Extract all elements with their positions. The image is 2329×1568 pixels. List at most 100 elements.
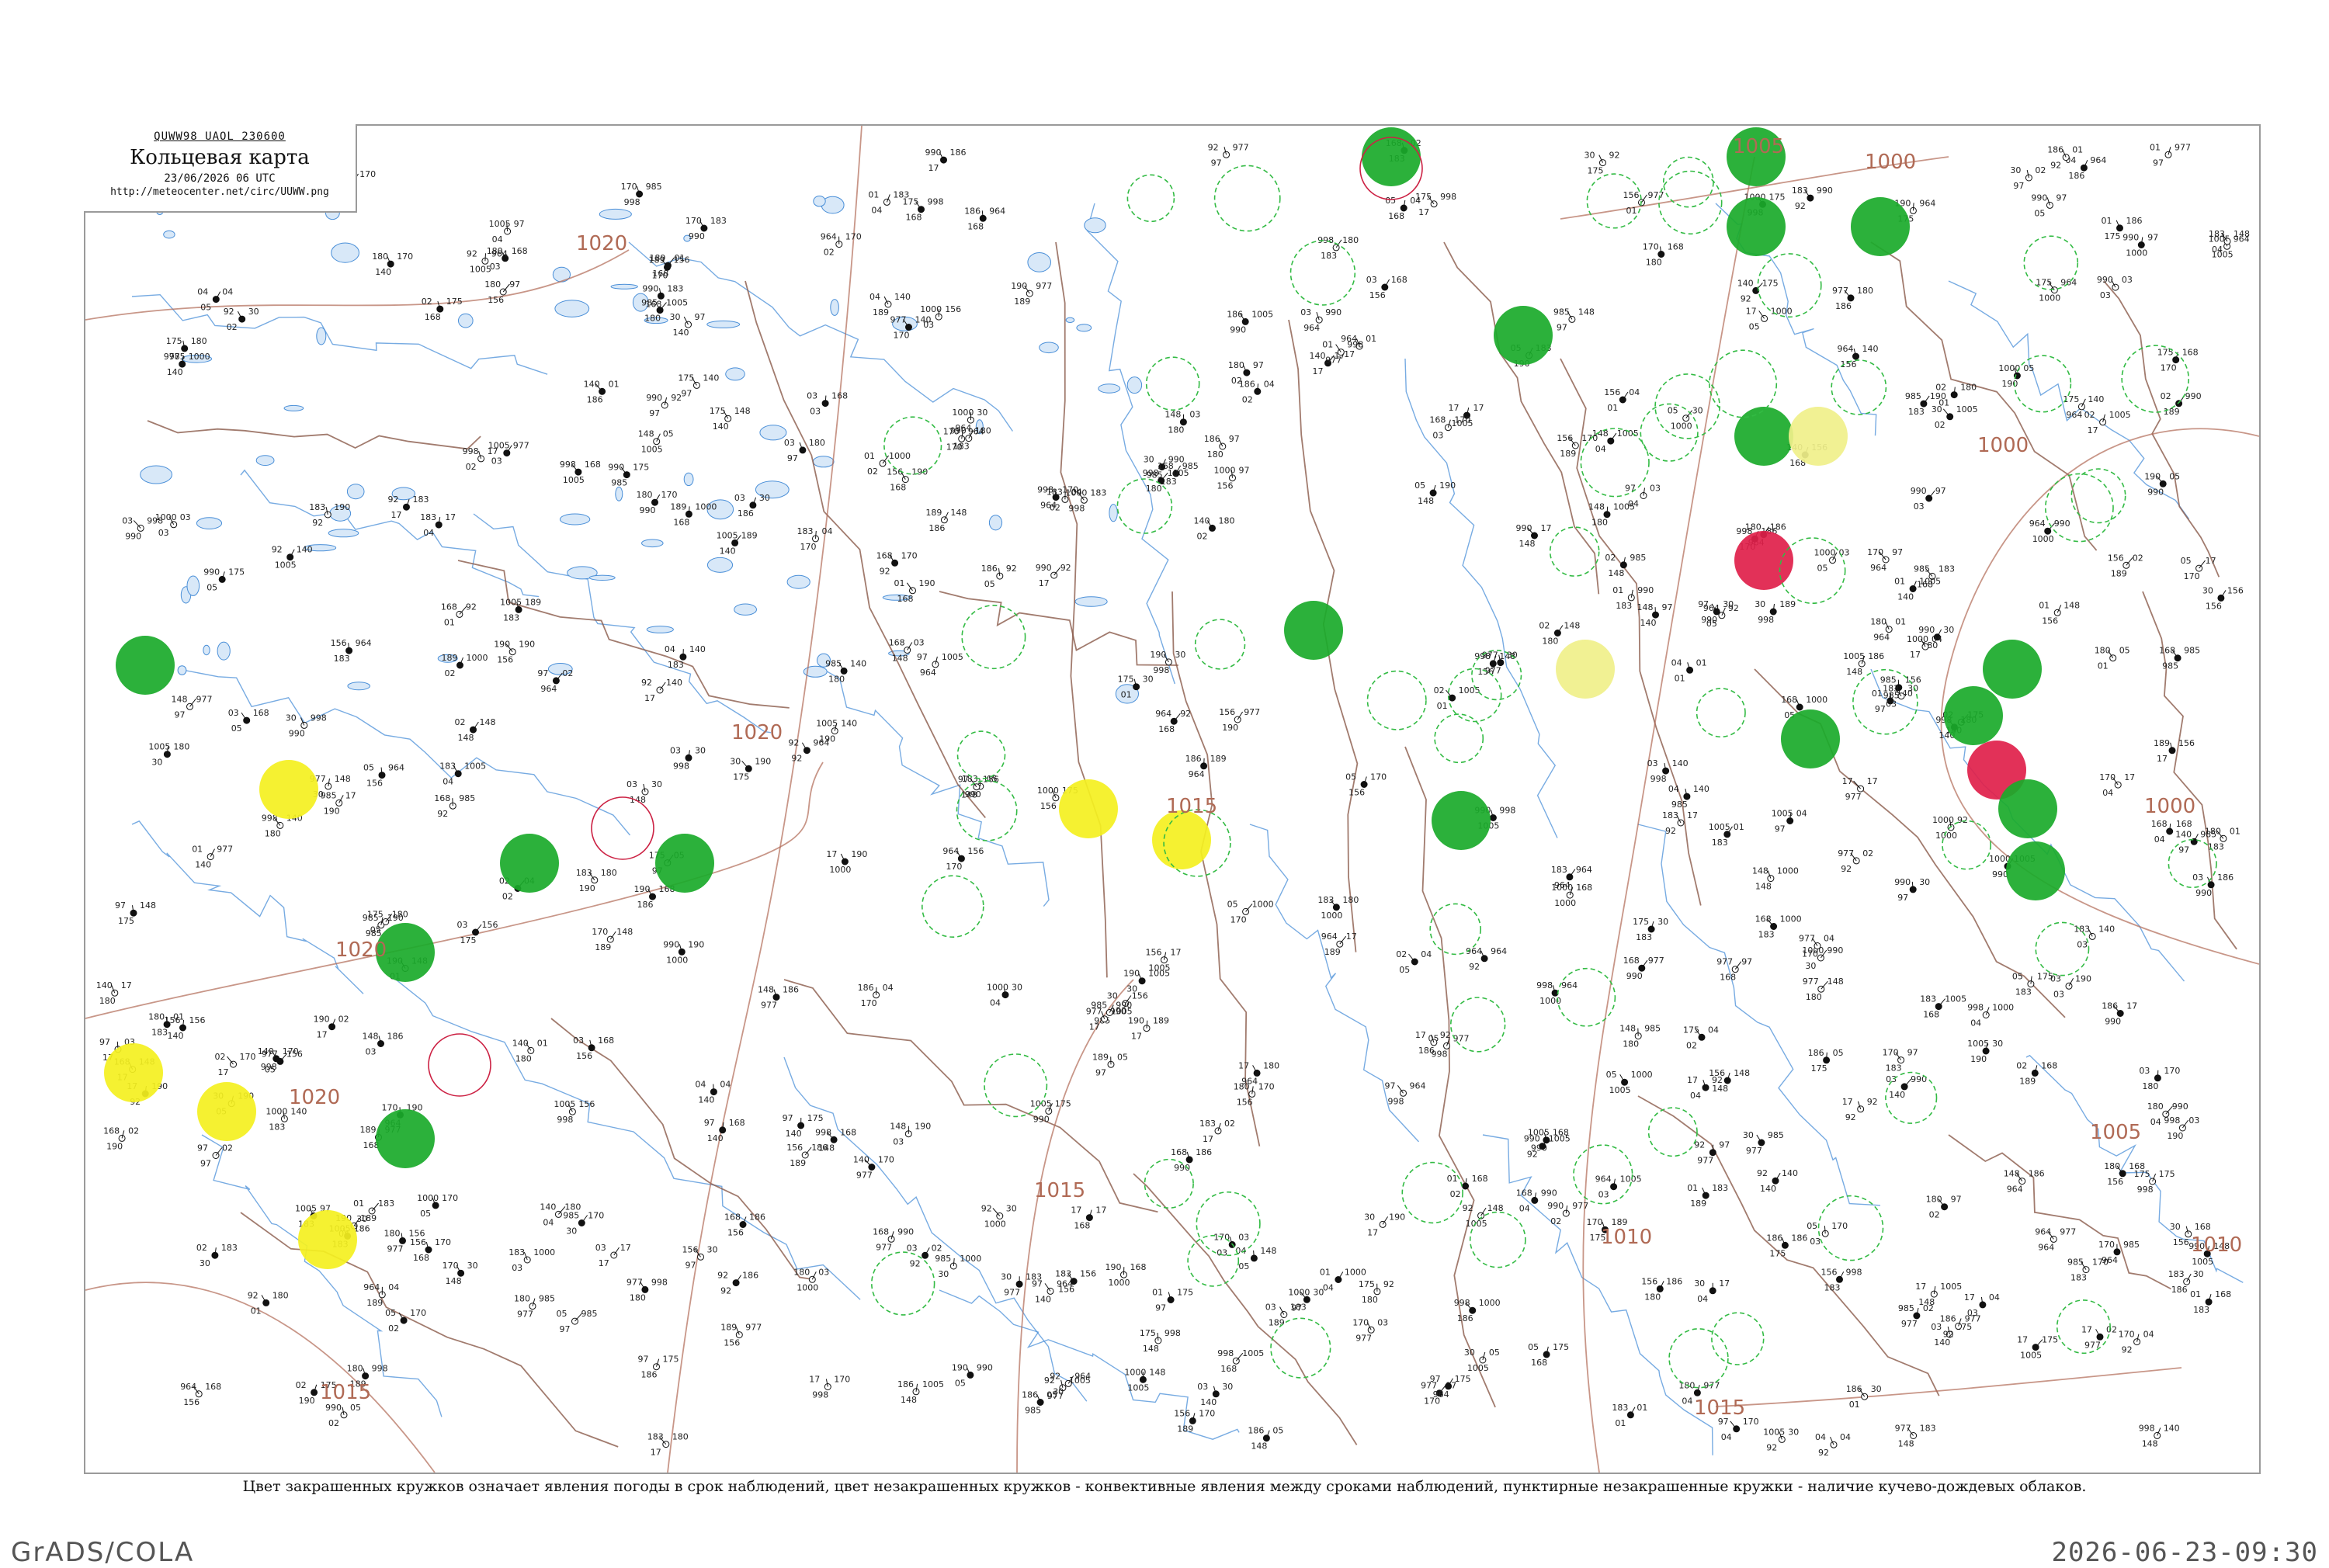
station-value: 170 <box>946 442 963 452</box>
station-value: 175 <box>733 772 749 782</box>
station-value: 190 <box>314 1015 330 1025</box>
station-value: 30 <box>1692 406 1703 416</box>
station-value: 97 <box>509 279 520 290</box>
lake <box>555 300 589 317</box>
station-value: 1000 <box>467 653 488 663</box>
lake <box>813 456 834 467</box>
station-value: 168 <box>645 299 661 309</box>
station-plot: 98517190 <box>321 790 356 816</box>
station-value: 05 <box>1833 1048 1844 1058</box>
station-value: 97 <box>695 312 706 322</box>
station-value: 170 <box>1831 1221 1848 1231</box>
station-plot: 1863001 <box>1846 1384 1882 1410</box>
station-value: 175 <box>678 373 694 383</box>
station-plot: 1809702 <box>1926 1195 1962 1220</box>
station-value: 04 <box>2102 788 2113 798</box>
station-value: 189 <box>1690 1199 1706 1209</box>
station-value: 92 <box>1060 563 1071 573</box>
station-value: 186 <box>2217 872 2234 883</box>
station-value: 985 <box>539 1294 555 1304</box>
station-value: 30 <box>1001 1271 1012 1282</box>
station-value: 140 <box>1760 1184 1776 1194</box>
wind-barb <box>1913 203 1914 210</box>
station-value: 998 <box>1164 1328 1181 1338</box>
station-value: 189 <box>525 597 541 607</box>
station-value: 170 <box>359 169 376 179</box>
station-value: 17 <box>1089 1022 1100 1032</box>
station-plot: 02175168 <box>422 297 463 322</box>
station-plot: 96404189 <box>363 1282 399 1308</box>
station-value: 156 <box>1080 1269 1096 1279</box>
station-value: 97 <box>1430 1374 1441 1384</box>
station-value: 92 <box>1841 864 1852 874</box>
lake <box>589 575 615 580</box>
station-value: 180 <box>148 1012 165 1022</box>
station-value: 05 <box>955 1378 966 1388</box>
station-value: 998 <box>651 1277 668 1287</box>
station-value: 156 <box>578 1099 595 1109</box>
station-value: 02 <box>1935 420 1945 430</box>
station-value: 01 <box>1366 334 1376 344</box>
station-value: 03 <box>1366 275 1377 285</box>
station-value: 168 <box>729 1118 745 1128</box>
station-value: 1005 <box>922 1379 944 1389</box>
station-value: 964 <box>2060 278 2077 288</box>
station-value: 1005 <box>1127 1382 1149 1393</box>
station-value: 985 <box>646 182 662 192</box>
station-plot: 168977990 <box>1623 956 1664 981</box>
station-value: 186 <box>981 564 998 574</box>
station-value: 964 <box>1074 1371 1091 1381</box>
station-value: 17 <box>1842 776 1853 786</box>
station-value: 05 <box>1345 772 1356 782</box>
station-plot: 0330998 <box>670 745 706 771</box>
station-value: 156 <box>1040 801 1057 811</box>
station-plot: 30051005 <box>1464 1348 1500 1373</box>
station-value: 03 <box>2139 1066 2150 1076</box>
station-value: 183 <box>1026 1271 1042 1282</box>
station-value: 04 <box>2154 834 2165 845</box>
station-plot: 985170183 <box>2067 1258 2109 1283</box>
station-plot: 9649901000 <box>2029 519 2070 544</box>
station-value: 92 <box>224 307 234 317</box>
station-value: 175 <box>2105 231 2121 241</box>
station-value: 05 <box>1385 196 1396 206</box>
station-value: 170 <box>1867 547 1883 557</box>
station-value: 186 <box>641 1370 658 1380</box>
cb-dashed-circle <box>872 1252 935 1315</box>
station-value: 180 <box>637 490 653 500</box>
station-plot: 97168140 <box>704 1118 745 1143</box>
station-value: 186 <box>811 1143 828 1153</box>
station-value: 140 <box>853 1155 869 1165</box>
station-plot: 92301000 <box>981 1204 1017 1230</box>
station-value: 156 <box>1146 948 1162 958</box>
station-value: 97 <box>175 709 186 720</box>
station-value: 998 <box>311 713 327 723</box>
station-value: 04 <box>1628 499 1639 509</box>
station-marker <box>2063 154 2069 161</box>
source-url[interactable]: http://meteocenter.net/circ/UUWW.png <box>84 186 356 198</box>
station-value: 186 <box>2029 1169 2045 1179</box>
map-date: 23/06/2026 06 UTC <box>84 172 356 185</box>
station-value: 180 <box>1146 484 1162 494</box>
station-value: 92 <box>1006 564 1017 574</box>
station-value: 01 <box>1687 1183 1698 1193</box>
station-value: 02 <box>1242 394 1253 404</box>
station-value: 97 <box>1155 1303 1166 1313</box>
station-value: 148 <box>458 733 474 743</box>
lake <box>1127 377 1141 394</box>
station-value: 17 <box>345 790 356 800</box>
station-plot: 9771000140 <box>164 352 210 377</box>
station-value: 1005 <box>554 1099 575 1109</box>
lake <box>599 209 631 219</box>
station-value: 189 <box>1779 599 1796 609</box>
station-value: 190 <box>1222 723 1238 733</box>
station-value: 03 <box>734 493 745 503</box>
station-value: 148 <box>1637 602 1654 612</box>
station-value: 977 <box>1325 356 1342 366</box>
cb-dashed-circle <box>1697 689 1745 737</box>
station-value: 17 <box>2206 556 2216 566</box>
station-plot: 30100502 <box>1932 404 1978 430</box>
station-plot: 18697180 <box>1204 434 1240 460</box>
station-value: 17 <box>644 693 655 703</box>
station-value: 186 <box>387 1032 404 1042</box>
